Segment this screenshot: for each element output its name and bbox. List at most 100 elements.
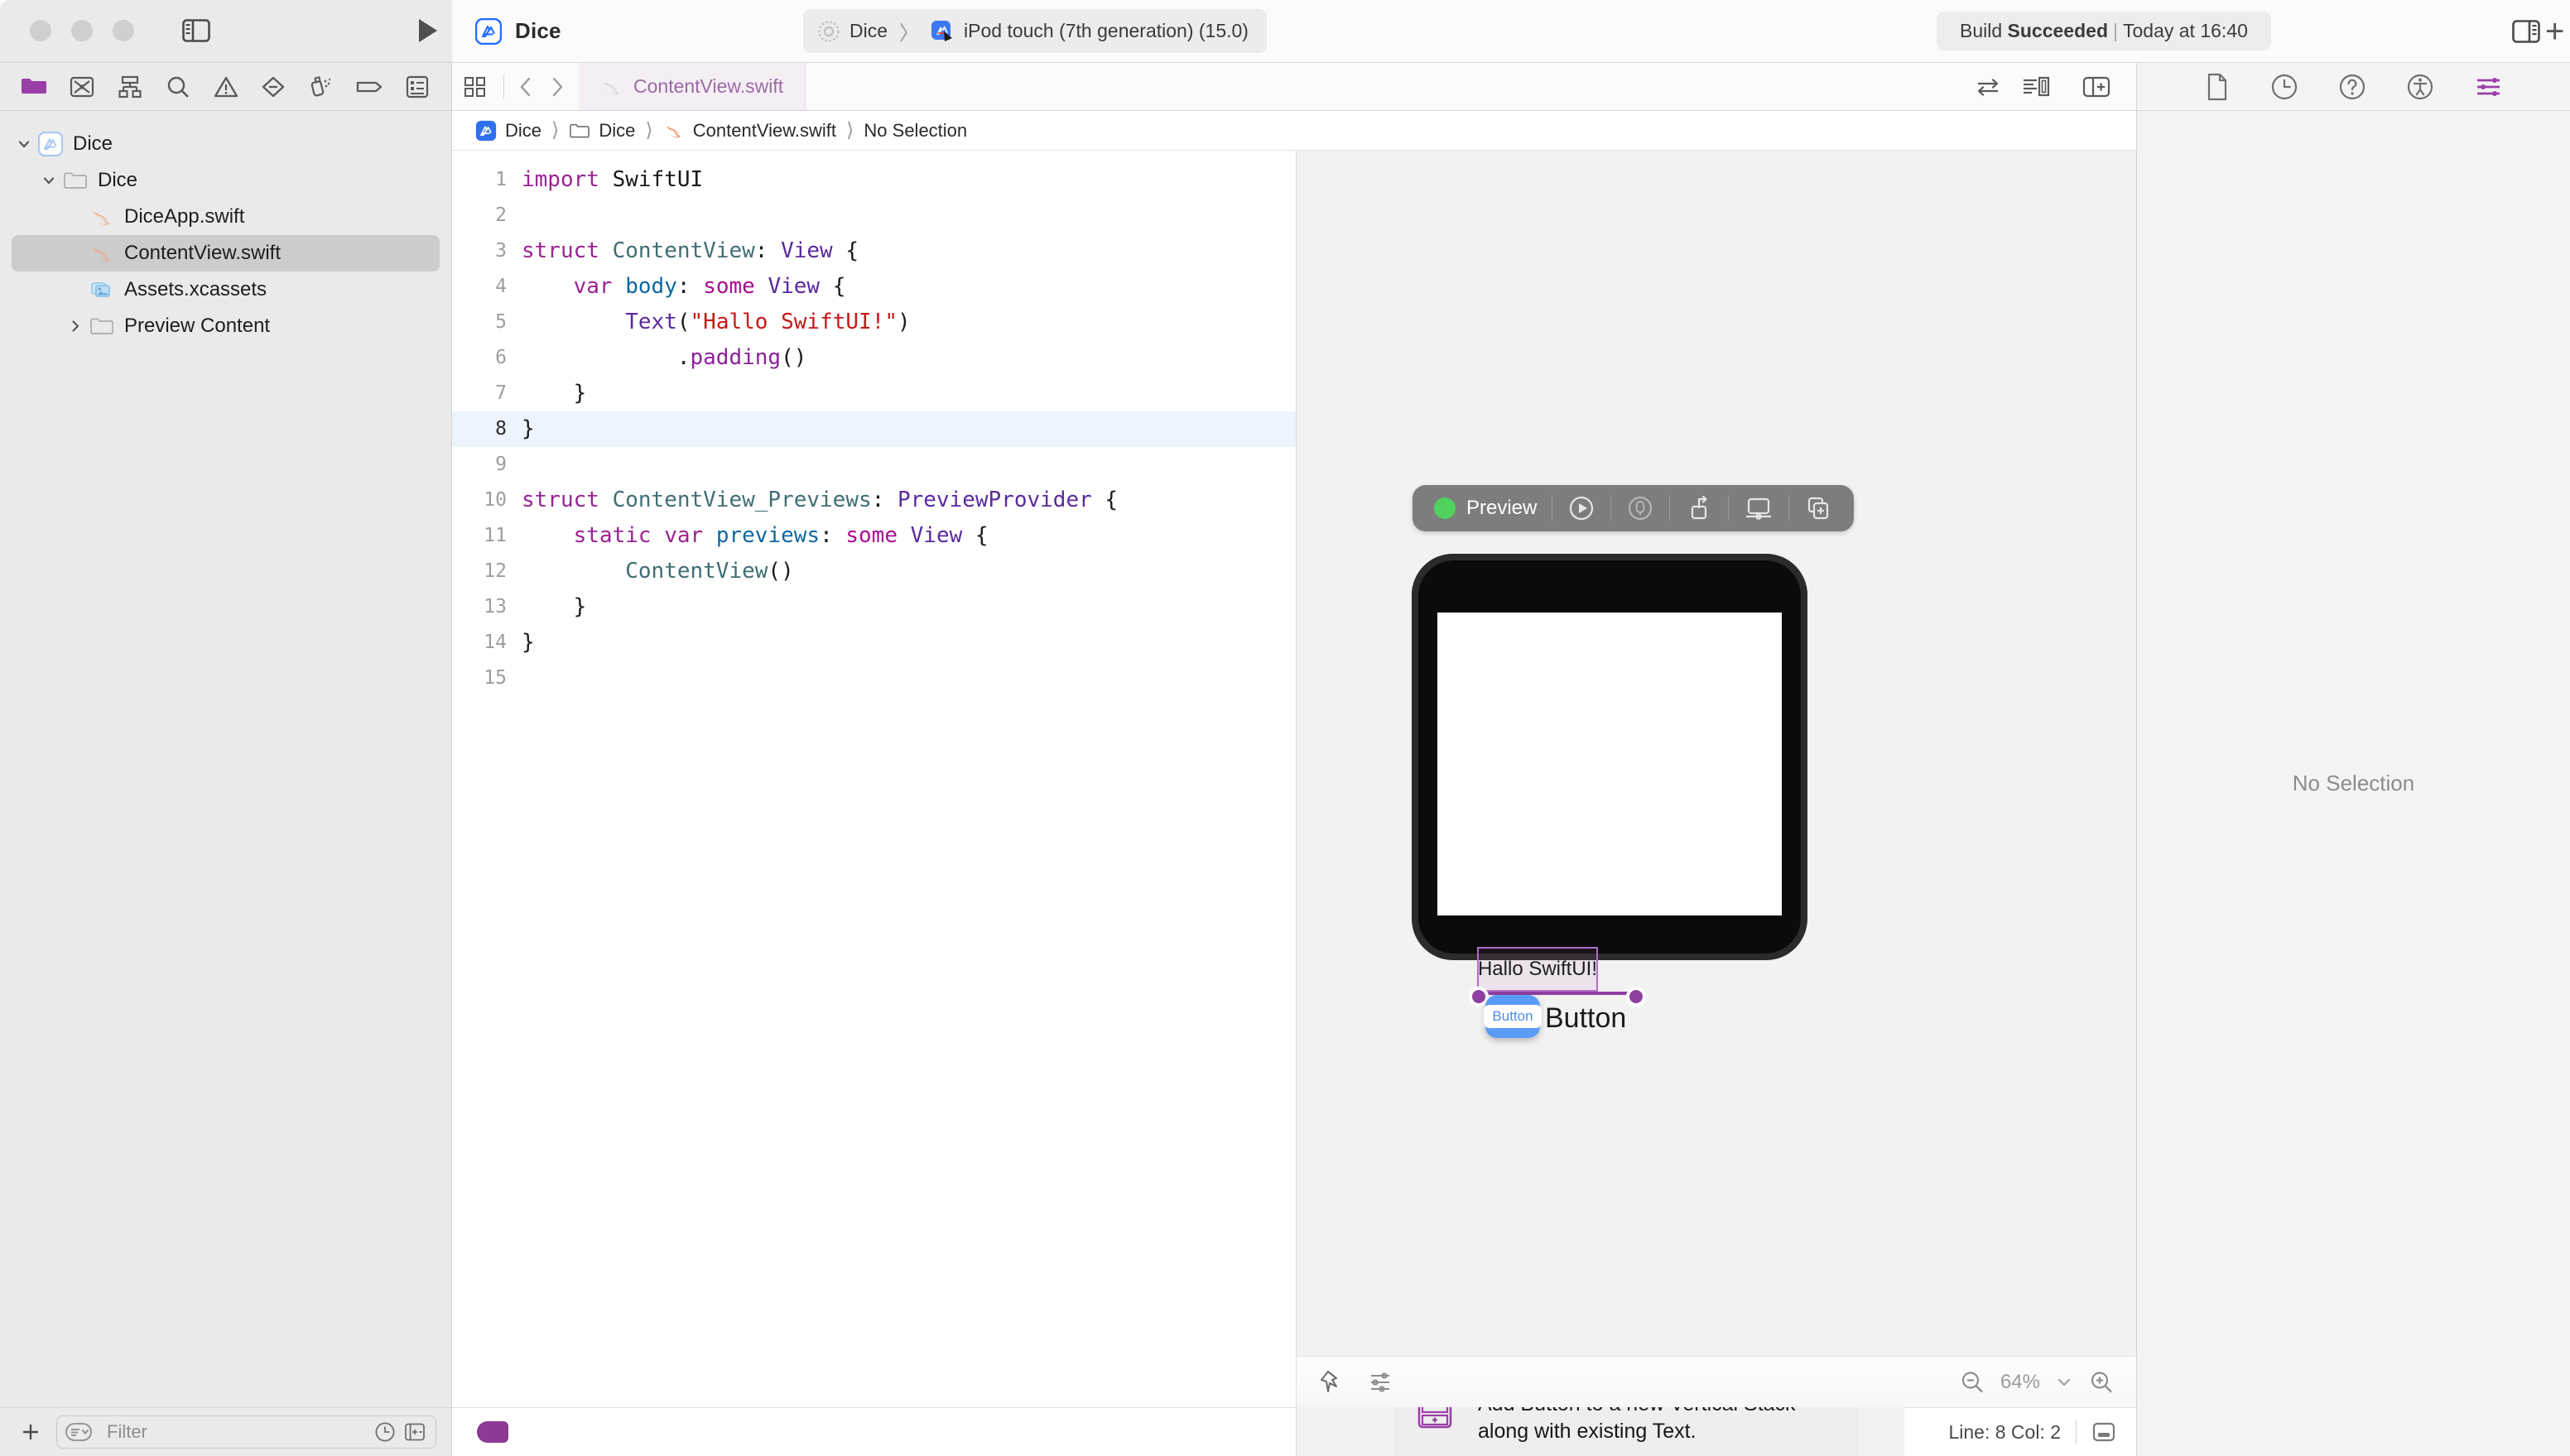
- xcode-window: Dice Dice 〉 iPod touch (7th generation) …: [0, 0, 2570, 1456]
- tree-item-preview-content[interactable]: Preview Content: [12, 308, 440, 344]
- scheme-destination-selector[interactable]: Dice 〉 iPod touch (7th generation) (15.0…: [803, 9, 1267, 53]
- add-editor-plus-button[interactable]: +: [2545, 15, 2564, 48]
- run-button[interactable]: [417, 18, 439, 43]
- zoom-level-value[interactable]: 64%: [2000, 1371, 2040, 1394]
- code-line: 1 import SwiftUI: [452, 162, 1296, 198]
- chevron-right-icon: ⟩: [645, 119, 653, 142]
- sidebar-item-source-control-navigator[interactable]: [68, 75, 96, 99]
- code-line: 4 var body: some View {: [452, 269, 1296, 305]
- scheme-target-name: Dice: [849, 20, 888, 41]
- arrow-up-square-icon[interactable]: [1670, 485, 1728, 531]
- lines-panel-icon[interactable]: [2013, 75, 2059, 99]
- plus-icon[interactable]: [18, 1420, 43, 1444]
- traffic-lights[interactable]: [30, 20, 134, 41]
- status-prefix: Build: [1960, 20, 2008, 41]
- split-add-icon[interactable]: [2073, 75, 2120, 99]
- pin-icon[interactable]: [1318, 1368, 1346, 1396]
- clock-icon[interactable]: [2270, 73, 2298, 101]
- filter-placeholder: Filter: [107, 1421, 147, 1442]
- minimize-button[interactable]: [71, 20, 93, 41]
- chevron-down-icon[interactable]: [12, 137, 36, 151]
- magnifier-minus-icon[interactable]: [1959, 1369, 1985, 1396]
- dragged-library-item[interactable]: Button: [1484, 995, 1542, 1038]
- code-line: 7 }: [452, 376, 1296, 411]
- chevron-right-icon[interactable]: [63, 319, 88, 334]
- swift-icon: [88, 206, 116, 228]
- sidebar-item-find-navigator[interactable]: [164, 75, 192, 99]
- breadcrumb-item-file[interactable]: ContentView.swift: [693, 120, 836, 142]
- sidebar-item-test-navigator[interactable]: [259, 75, 287, 99]
- ipod-device-screen[interactable]: [1437, 613, 1782, 915]
- display-icon[interactable]: [1729, 485, 1788, 531]
- inspect-circle-icon[interactable]: [1611, 485, 1669, 531]
- sidebar-right-icon[interactable]: [2512, 19, 2540, 43]
- tree-item-label: Dice: [73, 132, 113, 155]
- code-line: 3 struct ContentView: View {: [452, 233, 1296, 269]
- breadcrumb-item-project[interactable]: Dice: [505, 120, 541, 142]
- search-input[interactable]: Filter: [56, 1415, 436, 1449]
- editor-area: ContentView.swift Dice ⟩ Dice ⟩ ContentV…: [452, 63, 2136, 1456]
- breadcrumb-item-selection[interactable]: No Selection: [864, 120, 967, 142]
- canvas-bottom-bar: 64%: [1297, 1356, 2136, 1407]
- editor-bottom-bar: [452, 1407, 1296, 1456]
- insertion-handle-right[interactable]: [1626, 987, 1646, 1007]
- editor-grid-icon[interactable]: [452, 63, 498, 110]
- chevron-down-icon[interactable]: [36, 173, 61, 188]
- filter-lines-icon[interactable]: [65, 1422, 99, 1442]
- keyboard-panel-icon[interactable]: [2091, 1421, 2116, 1443]
- preview-canvas[interactable]: Preview Hallo SwiftUI! Button Button alo…: [1297, 151, 2136, 1456]
- tree-item-assets-xcassets[interactable]: Assets.xcassets: [12, 271, 440, 308]
- chevron-left-icon[interactable]: [517, 75, 534, 99]
- tree-item-contentview-swift[interactable]: ContentView.swift: [12, 235, 440, 271]
- duplicate-square-icon[interactable]: [1789, 485, 1847, 531]
- code-line: 10 struct ContentView_Previews: PreviewPr…: [452, 483, 1296, 518]
- source-editor[interactable]: 1 import SwiftUI 2 3 struct ContentView: V…: [452, 151, 1297, 1456]
- line-number: 4: [495, 276, 507, 297]
- chevron-down-icon[interactable]: [2055, 1373, 2073, 1391]
- close-button[interactable]: [30, 20, 51, 41]
- editor-tab-label: ContentView.swift: [633, 75, 784, 97]
- code-line-current: 8}: [452, 411, 1296, 447]
- folder-outline-icon: [61, 170, 89, 191]
- scheme-destination-name: iPod touch (7th generation) (15.0): [964, 20, 1249, 41]
- sidebar-item-debug-navigator[interactable]: [307, 75, 335, 99]
- code-line: 5 Text("Hallo SwiftUI!"): [452, 305, 1296, 340]
- magnifier-plus-icon[interactable]: [2088, 1369, 2115, 1396]
- question-circle-icon[interactable]: [2338, 73, 2366, 101]
- clock-icon[interactable]: [374, 1421, 396, 1443]
- sliders-icon[interactable]: [2474, 74, 2504, 100]
- line-number: 10: [484, 489, 507, 511]
- accessibility-icon[interactable]: [2406, 73, 2434, 101]
- sidebar-item-breakpoint-navigator[interactable]: [355, 75, 383, 99]
- breadcrumb-item-folder[interactable]: Dice: [599, 120, 635, 142]
- activity-status[interactable]: Build Succeeded | Today at 16:40: [1937, 12, 2271, 50]
- sidebar-item-report-navigator[interactable]: [403, 75, 431, 99]
- tree-item-diceapp-swift[interactable]: DiceApp.swift: [12, 199, 440, 235]
- code-line: 14}: [452, 625, 1296, 661]
- code-line: 9: [452, 447, 1296, 483]
- play-circle-icon[interactable]: [1552, 485, 1610, 531]
- swift-icon: [600, 77, 623, 97]
- document-icon[interactable]: [2204, 73, 2231, 101]
- sidebar-left-icon[interactable]: [182, 19, 210, 42]
- app-store-icon: [475, 120, 497, 142]
- code-line: 15: [452, 661, 1296, 696]
- breakpoint-badge[interactable]: [477, 1421, 508, 1443]
- tree-item-label: Preview Content: [124, 315, 271, 337]
- plus-minus-icon[interactable]: [404, 1421, 426, 1443]
- swap-arrows-icon[interactable]: [1965, 75, 2011, 99]
- chevron-right-icon[interactable]: [549, 75, 565, 99]
- editor-tab-contentview-swift[interactable]: ContentView.swift: [579, 63, 806, 110]
- sidebar-item-project-navigator[interactable]: [20, 75, 48, 99]
- variants-sliders-icon[interactable]: [1366, 1368, 1394, 1396]
- folder-outline-icon: [569, 122, 590, 140]
- breadcrumb: Dice ⟩ Dice ⟩ ContentView.swift ⟩ No Sel…: [452, 111, 2136, 151]
- tree-item-dice-project[interactable]: Dice: [12, 126, 440, 162]
- preview-status[interactable]: Preview: [1419, 485, 1552, 531]
- sidebar-item-issue-navigator[interactable]: [212, 75, 240, 99]
- sidebar-item-symbol-navigator[interactable]: [116, 75, 144, 99]
- status-time: Today at 16:40: [2122, 20, 2248, 41]
- navigator-filter-bar: Filter: [0, 1407, 451, 1456]
- tree-item-dice-folder[interactable]: Dice: [12, 162, 440, 199]
- zoom-button[interactable]: [113, 20, 134, 41]
